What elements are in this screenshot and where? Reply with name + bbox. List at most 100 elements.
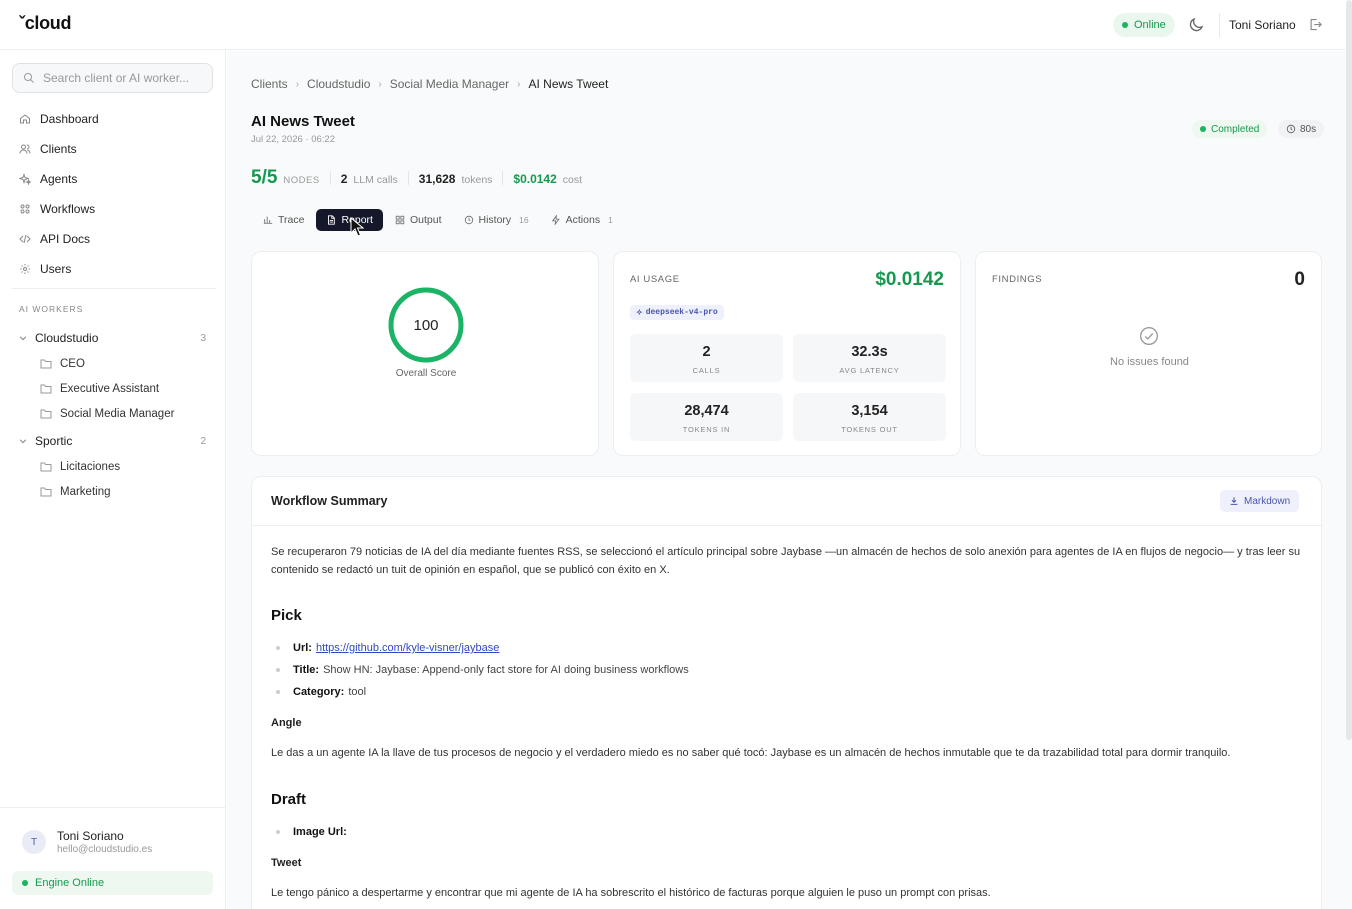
run-date: Jul 22, 2026 · 06:22 xyxy=(251,134,335,145)
metric-calls: 2 CALLS xyxy=(630,334,783,382)
bullet xyxy=(276,830,280,834)
nav-item-label: Dashboard xyxy=(40,112,99,126)
markdown-button-label: Markdown xyxy=(1244,495,1291,507)
tree-group-sportic[interactable]: Sportic 2 xyxy=(12,428,214,454)
model-name: deepseek-v4-pro xyxy=(645,308,718,317)
nav-item-label: Users xyxy=(40,262,72,276)
sidebar-divider xyxy=(12,288,216,289)
ai-workers-tree: Cloudstudio 3 CEO Executive Assistant So… xyxy=(12,325,214,504)
cost-label: cost xyxy=(562,174,583,186)
chevron-down-icon xyxy=(19,336,27,341)
tree-item-marketing[interactable]: Marketing xyxy=(12,479,214,504)
nav-item-api-docs[interactable]: API Docs xyxy=(12,224,214,254)
nav-item-dashboard[interactable]: Dashboard xyxy=(12,104,214,134)
run-stats: 5/5 NODES 2 LLM calls 31,628 tokens $0.0… xyxy=(251,167,582,189)
metric-avg-latency: 32.3s AVG LATENCY xyxy=(793,334,946,382)
tab-count: 1 xyxy=(608,215,613,225)
tree-group-count: 3 xyxy=(200,332,206,344)
stats-divider xyxy=(502,171,504,185)
avatar[interactable]: T xyxy=(22,830,46,854)
bullet xyxy=(276,646,280,650)
list-value: Show HN: Jaybase: Append-only fact store… xyxy=(323,664,689,676)
moon-icon[interactable] xyxy=(1187,16,1205,34)
usage-title: AI USAGE xyxy=(630,274,680,285)
markdown-download-button[interactable]: Markdown xyxy=(1220,490,1300,512)
folder-icon xyxy=(40,462,52,472)
breadcrumb: Clients › Cloudstudio › Social Media Manag… xyxy=(251,77,608,91)
angle-heading: Angle xyxy=(271,717,302,729)
pick-url-link[interactable]: https://github.com/kyle-visner/jaybase xyxy=(316,642,499,654)
tab-actions[interactable]: Actions 1 xyxy=(541,209,623,231)
top-bar: ˇcloud Online Toni Soriano xyxy=(0,0,1352,50)
nav-item-label: Workflows xyxy=(40,202,96,216)
engine-status-badge: Engine Online xyxy=(12,871,213,895)
llm-calls-value: 2 xyxy=(340,172,348,186)
score-card: 100 Overall Score xyxy=(251,251,599,456)
folder-icon xyxy=(40,487,52,497)
summary-title: Workflow Summary xyxy=(271,494,388,508)
metric-label: TOKENS IN xyxy=(682,425,731,434)
tree-item-label: Marketing xyxy=(60,485,111,498)
breadcrumb-item[interactable]: Clients xyxy=(251,77,288,91)
tree-item-licitaciones[interactable]: Licitaciones xyxy=(12,454,214,479)
list-value: tool xyxy=(348,686,367,698)
duration-badge: 80s xyxy=(1278,120,1325,138)
metric-label: CALLS xyxy=(692,366,721,375)
code-icon xyxy=(19,234,31,244)
logout-icon[interactable] xyxy=(1308,17,1323,32)
tweet-heading: Tweet xyxy=(271,857,302,869)
status-badge: Completed xyxy=(1192,120,1268,138)
nav-item-label: Agents xyxy=(40,172,78,186)
online-status-label: Online xyxy=(1134,19,1166,31)
breadcrumb-item[interactable]: Social Media Manager xyxy=(390,77,509,91)
sidebar-footer-divider xyxy=(0,807,226,808)
nav-item-workflows[interactable]: Workflows xyxy=(12,194,214,224)
angle-text: Le das a un agente IA la llave de tus pr… xyxy=(271,747,1231,759)
tab-history[interactable]: History 16 xyxy=(454,209,539,231)
tab-label: Actions xyxy=(565,214,601,226)
topbar-user-name[interactable]: Toni Soriano xyxy=(1229,18,1296,32)
users-icon xyxy=(19,144,31,154)
nav-item-agents[interactable]: Agents xyxy=(12,164,214,194)
tree-group-cloudstudio[interactable]: Cloudstudio 3 xyxy=(12,325,214,351)
breadcrumb-item[interactable]: Cloudstudio xyxy=(307,77,370,91)
sparkle-icon: ✧ xyxy=(636,308,643,318)
tree-item-label: Social Media Manager xyxy=(60,407,175,420)
sidebar: Search client or AI worker... Dashboard … xyxy=(0,50,226,909)
score-ring: 100 xyxy=(388,287,464,363)
metric-value: 2 xyxy=(702,344,711,360)
tab-label: Output xyxy=(409,214,442,226)
status-dot xyxy=(1122,22,1128,28)
download-icon xyxy=(1230,497,1238,505)
grid-icon xyxy=(395,215,405,225)
clock-icon xyxy=(1286,124,1296,134)
list-item: Title: Show HN: Jaybase: Append-only fact… xyxy=(276,664,689,676)
tree-item-executive-assistant[interactable]: Executive Assistant xyxy=(12,376,214,401)
tree-item-label: CEO xyxy=(60,357,85,370)
search-input[interactable]: Search client or AI worker... xyxy=(12,63,213,93)
nav-item-clients[interactable]: Clients xyxy=(12,134,214,164)
tokens-value: 31,628 xyxy=(418,172,456,186)
tree-item-social-media-manager[interactable]: Social Media Manager xyxy=(12,401,214,426)
tree-item-ceo[interactable]: CEO xyxy=(12,351,214,376)
list-key: Url: xyxy=(293,642,312,654)
chevron-right-icon: › xyxy=(295,78,300,90)
list-item: Category: tool xyxy=(276,686,366,698)
engine-status-label: Engine Online xyxy=(35,877,105,889)
home-icon xyxy=(20,114,30,124)
duration-label: 80s xyxy=(1300,123,1317,135)
tab-output[interactable]: Output xyxy=(385,209,452,231)
metric-value: 3,154 xyxy=(851,403,888,419)
nav-item-users[interactable]: Users xyxy=(12,254,214,284)
stats-divider xyxy=(329,171,331,185)
tab-label: History xyxy=(478,214,512,226)
nav-item-label: API Docs xyxy=(40,232,91,246)
app-logo[interactable]: ˇcloud xyxy=(19,13,72,34)
search-placeholder: Search client or AI worker... xyxy=(43,71,190,85)
page-scrollbar[interactable] xyxy=(1346,0,1352,740)
tab-trace[interactable]: Trace xyxy=(253,209,314,231)
chevron-right-icon: › xyxy=(517,78,521,90)
list-item: Image Url: xyxy=(276,826,351,838)
tab-count: 16 xyxy=(519,215,529,225)
mouse-cursor-icon xyxy=(350,217,364,237)
